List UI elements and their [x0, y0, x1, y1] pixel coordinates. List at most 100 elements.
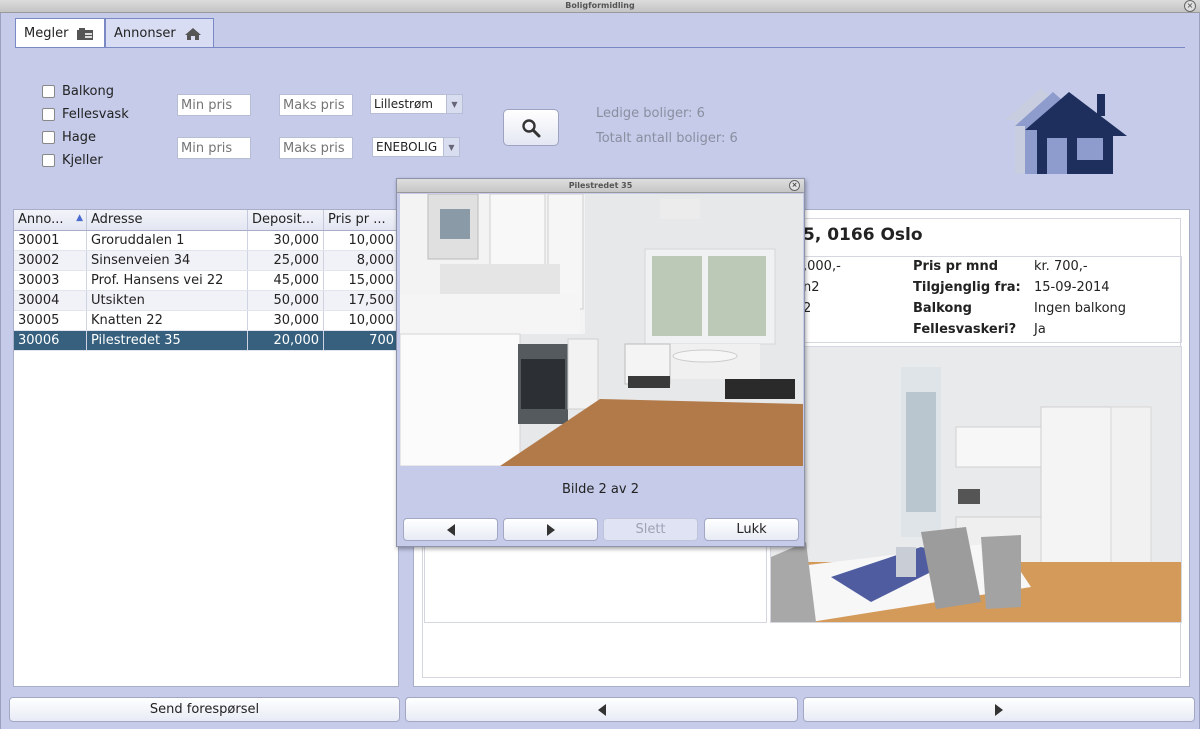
previous-image-button[interactable]: [403, 518, 498, 541]
cell-deposit: 30,000: [248, 311, 324, 330]
column-header-label: Anno...: [18, 212, 64, 227]
checkbox-label: Kjeller: [62, 153, 103, 168]
min-price-input-1[interactable]: [177, 94, 251, 116]
table-row[interactable]: 30002 Sinsenveien 34 25,000 8,000: [14, 251, 398, 271]
cell-price: 15,000: [348, 273, 395, 288]
checkbox-kjeller[interactable]: Kjeller: [42, 153, 103, 168]
cell-address: Knatten 22: [87, 311, 248, 330]
detail-value: Ja: [1034, 322, 1046, 337]
cell-price: 10,000: [348, 233, 395, 248]
column-header-deposit[interactable]: Deposit...: [248, 210, 324, 230]
dialog-title: Pilestredet 35: [568, 181, 633, 190]
window-titlebar: Boligformidling ×: [0, 0, 1200, 13]
send-request-button[interactable]: Send forespørsel: [9, 697, 400, 722]
tab-divider: [15, 47, 1185, 48]
checkbox-label: Balkong: [62, 84, 115, 99]
arrow-left-icon: [597, 703, 606, 716]
tab-annonser-label: Annonser: [114, 26, 176, 41]
cell-address: Sinsenveien 34: [87, 251, 248, 270]
search-icon: [522, 118, 541, 137]
detail-address: 5, 0166 Oslo: [803, 225, 923, 245]
cell-deposit: 45,000: [248, 271, 324, 290]
detail-label: Pris pr mnd: [913, 259, 999, 274]
tab-megler-label: Megler: [24, 26, 69, 41]
min-price-input-2[interactable]: [177, 137, 251, 159]
detail-value: Ingen balkong: [1034, 301, 1127, 316]
detail-label: Balkong: [913, 301, 972, 316]
table-row[interactable]: 30001 Groruddalen 1 30,000 10,000: [14, 231, 398, 251]
arrow-left-icon: [446, 523, 455, 536]
cell-price: 8,000: [356, 253, 394, 268]
dialog-photo: [400, 194, 803, 466]
previous-button[interactable]: [405, 697, 798, 722]
tab-megler[interactable]: Megler: [15, 18, 105, 48]
checkbox-label: Hage: [62, 130, 96, 145]
cell-id: 30006: [14, 331, 87, 350]
checkbox-hage[interactable]: Hage: [42, 130, 96, 145]
next-button[interactable]: [803, 697, 1195, 722]
column-header-price[interactable]: Pris pr ...: [324, 210, 398, 230]
cell-deposit: 30,000: [248, 231, 324, 250]
delete-label: Slett: [635, 522, 666, 537]
cell-address: Utsikten: [87, 291, 248, 310]
column-header-address[interactable]: Adresse: [87, 210, 248, 230]
cell-id: 30001: [14, 231, 87, 250]
column-header-label: Deposit...: [252, 212, 315, 227]
dialog-titlebar: Pilestredet 35 ×: [397, 179, 804, 193]
next-image-button[interactable]: [503, 518, 598, 541]
chevron-down-icon: ▼: [443, 138, 459, 156]
cell-price: 17,500: [348, 293, 395, 308]
briefcase-icon: [77, 27, 94, 40]
chevron-down-icon: ▼: [446, 95, 462, 113]
cell-id: 30002: [14, 251, 87, 270]
arrow-right-icon: [995, 703, 1003, 716]
max-price-input-1[interactable]: [279, 94, 353, 116]
city-select-value: Lillestrøm: [374, 97, 433, 111]
close-label: Lukk: [736, 522, 767, 537]
cell-id: 30003: [14, 271, 87, 290]
checkbox-box[interactable]: [42, 108, 55, 121]
checkbox-label: Fellesvask: [62, 107, 129, 122]
table-row-selected[interactable]: 30006 Pilestredet 35 20,000 700: [14, 331, 398, 351]
city-select[interactable]: Lillestrøm ▼: [370, 94, 463, 114]
close-dialog-button[interactable]: Lukk: [704, 518, 799, 541]
table-row[interactable]: 30003 Prof. Hansens vei 22 45,000 15,000: [14, 271, 398, 291]
dialog-close-icon[interactable]: ×: [789, 180, 800, 191]
table-row[interactable]: 30005 Knatten 22 30,000 10,000: [14, 311, 398, 331]
cell-deposit: 50,000: [248, 291, 324, 310]
checkbox-box[interactable]: [42, 85, 55, 98]
detail-left-value: n2: [803, 280, 820, 295]
arrow-right-icon: [546, 523, 555, 536]
column-header-label: Pris pr ...: [328, 212, 386, 227]
cell-id: 30004: [14, 291, 87, 310]
cell-deposit: 20,000: [248, 331, 324, 350]
total-count: Totalt antall boliger: 6: [596, 131, 738, 146]
column-header-id[interactable]: Anno... ▲: [14, 210, 87, 230]
property-photo[interactable]: [770, 346, 1182, 623]
cell-address: Pilestredet 35: [87, 331, 248, 350]
checkbox-box[interactable]: [42, 154, 55, 167]
house-logo-icon: [1005, 88, 1127, 174]
cell-price: 700: [369, 333, 394, 348]
image-viewer-dialog: Pilestredet 35 × Bilde 2 av 2 Slett Lukk: [396, 178, 805, 547]
checkbox-balkong[interactable]: Balkong: [42, 84, 114, 99]
type-select[interactable]: ENEBOLIG ▼: [372, 137, 460, 157]
max-price-input-2[interactable]: [279, 137, 353, 159]
listing-table: Anno... ▲ Adresse Deposit... Pris pr ...…: [13, 209, 399, 687]
delete-image-button[interactable]: Slett: [603, 518, 698, 541]
cell-address: Groruddalen 1: [87, 231, 248, 250]
cell-address: Prof. Hansens vei 22: [87, 271, 248, 290]
column-header-label: Adresse: [91, 212, 143, 227]
type-select-value: ENEBOLIG: [376, 140, 438, 154]
home-icon: [184, 27, 201, 40]
search-button[interactable]: [503, 109, 559, 146]
checkbox-fellesvask[interactable]: Fellesvask: [42, 107, 129, 122]
cell-id: 30005: [14, 311, 87, 330]
sort-ascending-icon: ▲: [76, 213, 83, 223]
window-close-button[interactable]: ×: [1184, 0, 1196, 12]
tab-annonser[interactable]: Annonser: [105, 18, 214, 48]
detail-value: kr. 700,-: [1034, 259, 1088, 274]
checkbox-box[interactable]: [42, 131, 55, 144]
image-counter: Bilde 2 av 2: [562, 482, 639, 497]
table-row[interactable]: 30004 Utsikten 50,000 17,500: [14, 291, 398, 311]
